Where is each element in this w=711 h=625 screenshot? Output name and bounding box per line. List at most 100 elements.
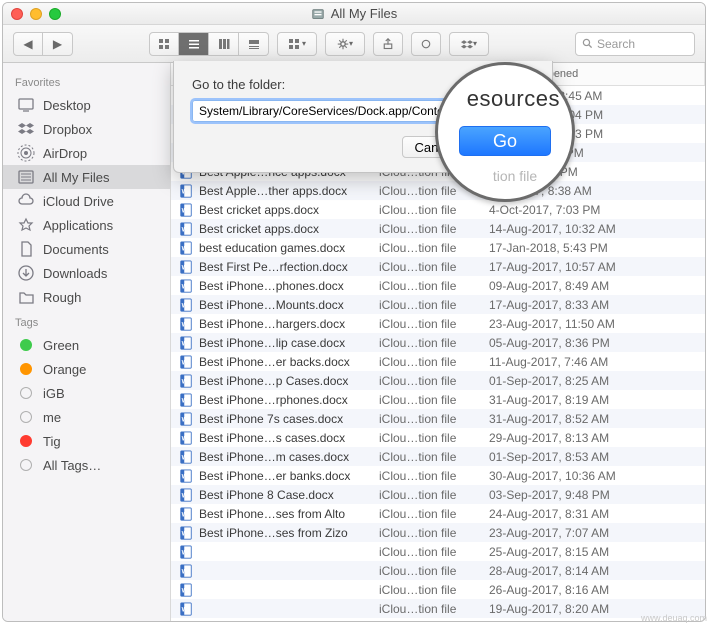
word-doc-icon: W <box>179 602 193 616</box>
sidebar-item-label: Green <box>43 338 79 353</box>
table-row[interactable]: WBest iPhone…s cases.docxiClou…tion file… <box>171 428 705 447</box>
sidebar-item-documents[interactable]: Documents <box>3 237 170 261</box>
table-row[interactable]: WiClou…tion file19-Aug-2017, 8:20 AM <box>171 599 705 618</box>
sidebar-item-airdrop[interactable]: AirDrop <box>3 141 170 165</box>
file-name: Best iPhone…ses from Alto <box>199 507 345 521</box>
file-date: 05-Aug-2017, 8:36 PM <box>481 336 705 350</box>
dropbox-button[interactable]: ▾ <box>449 32 489 56</box>
file-date: 24-Aug-2017, 8:31 AM <box>481 507 705 521</box>
tags-button[interactable] <box>411 32 441 56</box>
file-date: 4-Oct-2017, 7:03 PM <box>481 203 705 217</box>
dropbox-icon <box>17 120 35 138</box>
sidebar-tag-me[interactable]: me <box>3 405 170 429</box>
svg-text:W: W <box>182 378 188 385</box>
minimize-window-button[interactable] <box>30 8 42 20</box>
svg-text:W: W <box>182 226 188 233</box>
sidebar-item-label: All My Files <box>43 170 109 185</box>
sidebar-item-downloads[interactable]: Downloads <box>3 261 170 285</box>
file-date: 25-Aug-2017, 8:15 AM <box>481 545 705 559</box>
table-row[interactable]: WiClou…tion file28-Aug-2017, 8:14 AM <box>171 561 705 580</box>
svg-text:W: W <box>182 568 188 575</box>
table-row[interactable]: WBest iPhone…lip case.docxiClou…tion fil… <box>171 333 705 352</box>
sidebar-tag-green[interactable]: Green <box>3 333 170 357</box>
documents-icon <box>17 240 35 258</box>
table-row[interactable]: WBest iPhone…p Cases.docxiClou…tion file… <box>171 371 705 390</box>
table-row[interactable]: WBest iPhone 7s cases.docxiClou…tion fil… <box>171 409 705 428</box>
magnified-go-button[interactable]: Go <box>459 126 551 156</box>
svg-text:W: W <box>182 530 188 537</box>
table-row[interactable]: WBest iPhone 8 Case.docxiClou…tion file0… <box>171 485 705 504</box>
file-kind: iClou…tion file <box>371 545 481 559</box>
svg-text:W: W <box>182 264 188 271</box>
table-row[interactable]: WiClou…tion file25-Aug-2017, 8:15 AM <box>171 542 705 561</box>
sidebar-item-all-my-files[interactable]: All My Files <box>3 165 170 189</box>
file-name: Best iPhone…er backs.docx <box>199 355 350 369</box>
action-button[interactable]: ▾ <box>325 32 365 56</box>
table-row[interactable]: WiClou…tion file11-Nov-2017, 4:42 PM <box>171 618 705 621</box>
list-icon <box>188 38 200 50</box>
table-row[interactable]: WBest First Pe…rfection.docxiClou…tion f… <box>171 257 705 276</box>
sidebar: Favorites DesktopDropboxAirDropAll My Fi… <box>3 63 171 621</box>
magnified-text: esources <box>467 80 572 112</box>
rough-icon <box>17 288 35 306</box>
word-doc-icon: W <box>179 431 193 445</box>
svg-text:W: W <box>182 321 188 328</box>
table-row[interactable]: WBest iPhone…er backs.docxiClou…tion fil… <box>171 352 705 371</box>
coverflow-view-button[interactable] <box>239 32 269 56</box>
word-doc-icon: W <box>179 469 193 483</box>
table-row[interactable]: WBest cricket apps.docxiClou…tion file4-… <box>171 200 705 219</box>
table-row[interactable]: Wbest education games.docxiClou…tion fil… <box>171 238 705 257</box>
file-kind: iClou…tion file <box>371 317 481 331</box>
table-row[interactable]: WBest iPhone…phones.docxiClou…tion file0… <box>171 276 705 295</box>
file-kind: iClou…tion file <box>371 583 481 597</box>
svg-text:W: W <box>182 587 188 594</box>
sidebar-item-icloud-drive[interactable]: iCloud Drive <box>3 189 170 213</box>
column-view-button[interactable] <box>209 32 239 56</box>
svg-text:W: W <box>182 492 188 499</box>
dropbox-icon <box>461 38 473 50</box>
sidebar-tag-orange[interactable]: Orange <box>3 357 170 381</box>
file-name: Best iPhone 7s cases.docx <box>199 412 343 426</box>
sidebar-item-label: Applications <box>43 218 113 233</box>
file-date: 11-Aug-2017, 7:46 AM <box>481 355 705 369</box>
sidebar-item-label: Tig <box>43 434 61 449</box>
sidebar-item-rough[interactable]: Rough <box>3 285 170 309</box>
table-row[interactable]: WBest iPhone…rphones.docxiClou…tion file… <box>171 390 705 409</box>
close-window-button[interactable] <box>11 8 23 20</box>
table-row[interactable]: WiClou…tion file26-Aug-2017, 8:16 AM <box>171 580 705 599</box>
word-doc-icon: W <box>179 488 193 502</box>
titlebar: All My Files <box>3 3 705 25</box>
list-view-button[interactable] <box>179 32 209 56</box>
sidebar-item-dropbox[interactable]: Dropbox <box>3 117 170 141</box>
file-date: 01-Sep-2017, 8:53 AM <box>481 450 705 464</box>
table-row[interactable]: WBest iPhone…m cases.docxiClou…tion file… <box>171 447 705 466</box>
forward-button[interactable]: ▶ <box>43 32 73 56</box>
sidebar-item-applications[interactable]: Applications <box>3 213 170 237</box>
word-doc-icon: W <box>179 355 193 369</box>
sidebar-tag-igb[interactable]: iGB <box>3 381 170 405</box>
sidebar-item-label: me <box>43 410 61 425</box>
table-row[interactable]: WBest iPhone…Mounts.docxiClou…tion file1… <box>171 295 705 314</box>
table-row[interactable]: WBest iPhone…ses from AltoiClou…tion fil… <box>171 504 705 523</box>
back-button[interactable]: ◀ <box>13 32 43 56</box>
table-row[interactable]: WBest cricket apps.docxiClou…tion file14… <box>171 219 705 238</box>
sidebar-tag-tig[interactable]: Tig <box>3 429 170 453</box>
icon-view-button[interactable] <box>149 32 179 56</box>
word-doc-icon: W <box>179 260 193 274</box>
grid-icon <box>158 38 170 50</box>
tag-dot-icon <box>17 456 35 474</box>
table-row[interactable]: WBest iPhone…ses from ZizoiClou…tion fil… <box>171 523 705 542</box>
finder-window: All My Files ◀ ▶ ▾ <box>2 2 706 622</box>
zoom-window-button[interactable] <box>49 8 61 20</box>
svg-text:W: W <box>182 454 188 461</box>
table-row[interactable]: WBest iPhone…er banks.docxiClou…tion fil… <box>171 466 705 485</box>
file-date: 29-Aug-2017, 8:13 AM <box>481 431 705 445</box>
svg-text:W: W <box>182 359 188 366</box>
table-row[interactable]: WBest iPhone…hargers.docxiClou…tion file… <box>171 314 705 333</box>
sidebar-item-desktop[interactable]: Desktop <box>3 93 170 117</box>
arrange-button[interactable]: ▾ <box>277 32 317 56</box>
search-field[interactable]: Search <box>575 32 695 56</box>
share-button[interactable] <box>373 32 403 56</box>
sidebar-item-label: iCloud Drive <box>43 194 114 209</box>
sidebar-tag-all-tags-[interactable]: All Tags… <box>3 453 170 477</box>
